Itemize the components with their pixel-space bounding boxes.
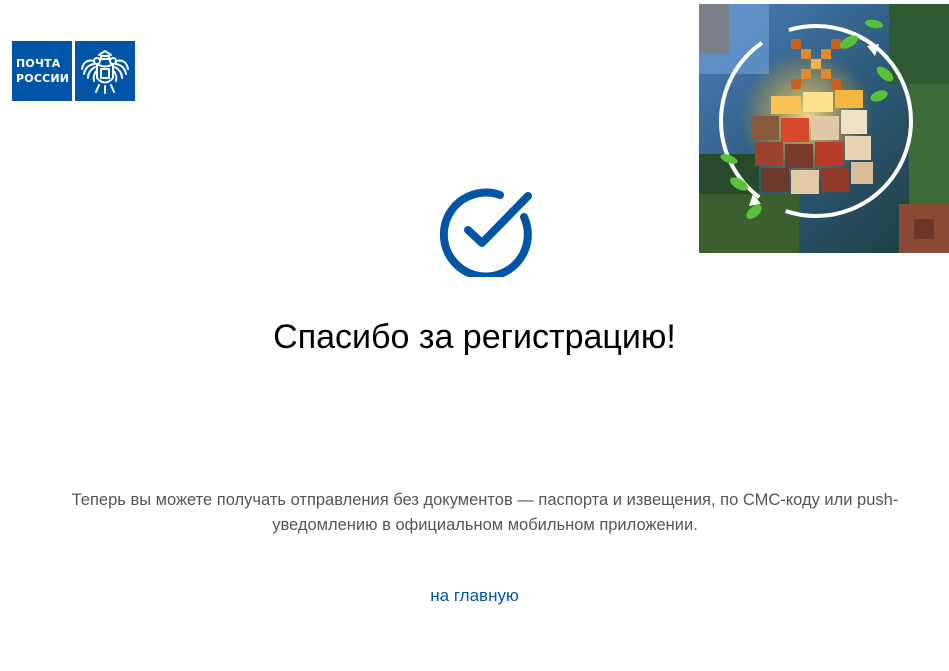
minecraft-cube-game-icon bbox=[699, 4, 949, 253]
double-headed-eagle-icon bbox=[75, 41, 135, 101]
home-link-container: на главную bbox=[0, 585, 949, 607]
registration-info-text: Теперь вы можете получать отправления бе… bbox=[71, 491, 899, 534]
logo-line-2: РОССИИ bbox=[16, 72, 70, 85]
check-circle-icon bbox=[440, 188, 532, 277]
home-link[interactable]: на главную bbox=[430, 586, 518, 605]
logo-line-1: ПОЧТА bbox=[16, 57, 61, 70]
promo-banner[interactable] bbox=[699, 4, 949, 253]
page-title: Спасибо за регистрацию! bbox=[273, 318, 676, 356]
pochta-rossii-logo[interactable]: ПОЧТА РОССИИ bbox=[12, 41, 135, 101]
logo-wordmark: ПОЧТА РОССИИ bbox=[12, 41, 72, 101]
